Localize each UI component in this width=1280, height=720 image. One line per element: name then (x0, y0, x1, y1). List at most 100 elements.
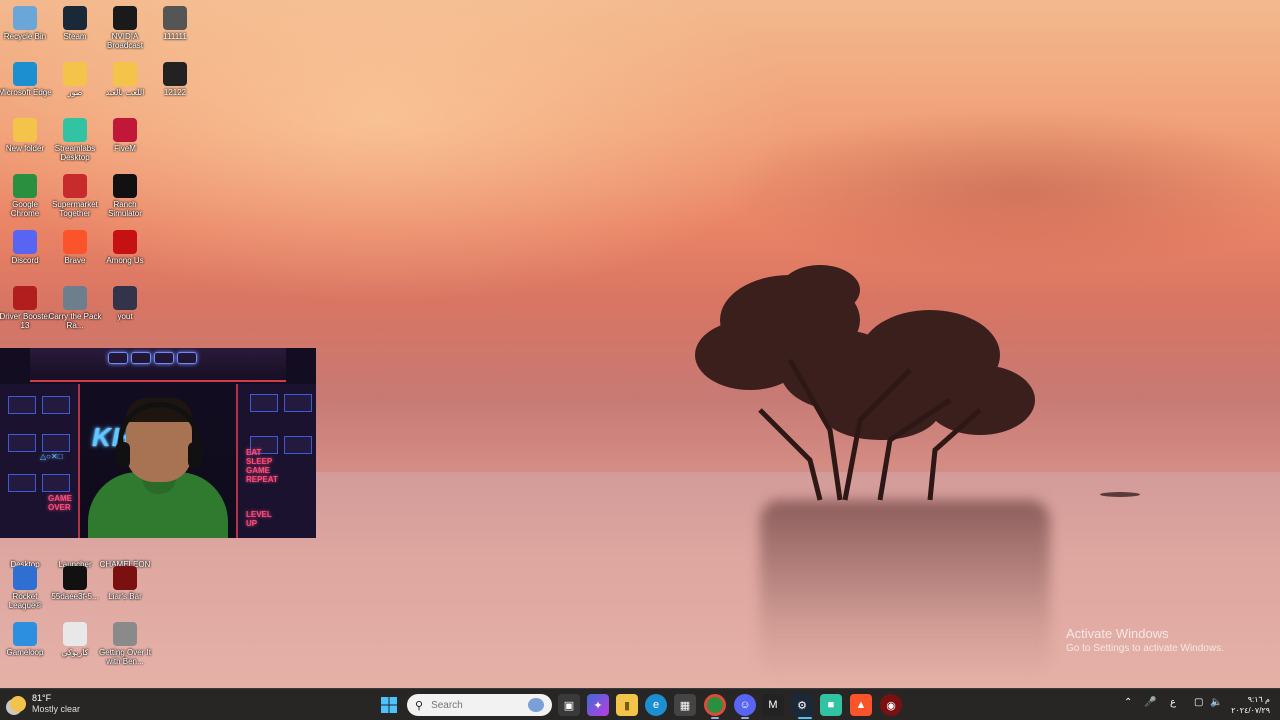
streamlabs-icon[interactable]: ■ (820, 694, 842, 716)
epic-games-icon[interactable]: M (762, 694, 784, 716)
desktop-shortcut[interactable]: صور (48, 58, 102, 97)
desktop-shortcut[interactable]: New folder (0, 114, 52, 153)
desktop-shortcut[interactable]: Streamlabs Desktop (48, 114, 102, 162)
folder-icon (113, 62, 137, 86)
desktop-shortcut[interactable]: yout (98, 282, 152, 321)
recycle-bin-icon (13, 6, 37, 30)
desktop-shortcut[interactable]: Google Chrome (0, 170, 52, 218)
podcast-icon (63, 622, 87, 646)
discord-icon (13, 230, 37, 254)
webcam-sign-ps: △○✕□ (40, 452, 63, 461)
taskbar-search[interactable]: ⚲ (407, 694, 552, 716)
taskbar-clock[interactable]: م ٩:١٦ ٢٠٢٤/٠٧/٢٩ (1226, 694, 1270, 716)
weather-widget[interactable]: 81°F Mostly clear (10, 693, 80, 715)
search-input[interactable] (431, 699, 522, 711)
activate-windows-title: Activate Windows (1066, 626, 1169, 641)
desktop-shortcut[interactable]: Gameloop (0, 618, 52, 657)
ranch-simulator-icon (113, 174, 137, 198)
desktop-shortcut-label: 12122 (163, 88, 187, 97)
desktop-shortcut[interactable]: 12122 (148, 58, 202, 97)
desktop-shortcut[interactable]: اللعب بالعبد (98, 58, 152, 97)
desktop-shortcut[interactable]: Steam (48, 2, 102, 41)
desktop-shortcut-label: كاريوكي (61, 648, 89, 657)
carry-the-pack-icon (63, 286, 87, 310)
desktop-shortcut[interactable]: Recycle Bin (0, 2, 52, 41)
desktop-shortcut[interactable]: Liar's Bar (98, 562, 152, 601)
discord-icon[interactable]: ☺ (734, 694, 756, 716)
supermarket-together-icon (63, 174, 87, 198)
clock-time: م ٩:١٦ (1247, 695, 1270, 704)
webcam-sign-level-up: LEVEL UP (246, 510, 272, 528)
brave-icon[interactable]: ▲ (850, 694, 872, 716)
desktop-shortcut[interactable]: Carry the Pack Ra... (48, 282, 102, 330)
desktop-shortcut[interactable]: Getting Over It with Ben... (98, 618, 152, 666)
discord-active-indicator (741, 717, 749, 719)
desktop-shortcut-label: Discord (11, 256, 39, 265)
desktop-shortcut[interactable]: 111111 (148, 2, 202, 41)
task-view-icon[interactable]: ▣ (558, 694, 580, 716)
chrome-icon (13, 174, 37, 198)
clock-date: ٢٠٢٤/٠٧/٢٩ (1231, 706, 1270, 715)
desktop-shortcut[interactable]: Supermarket Together (48, 170, 102, 218)
driver-booster-icon[interactable]: ◉ (880, 694, 902, 716)
desktop-shortcut-label: Supermarket Together (52, 200, 98, 218)
search-highlight-icon (528, 698, 544, 712)
tray-overflow-icon[interactable]: ⌃ (1124, 697, 1132, 708)
rocket-league-icon (13, 566, 37, 590)
search-icon: ⚲ (415, 699, 424, 712)
desktop-shortcut-label: 111111 (163, 32, 187, 41)
desktop-shortcut-label: Recycle Bin (3, 32, 47, 41)
webcam-left-shelf (0, 384, 80, 538)
desktop-shortcut-label: Liar's Bar (108, 592, 142, 601)
webcam-overlay: △○✕□ GAME OVER EAT SLEEP GAME REPEAT LEV… (0, 348, 316, 538)
getting-over-it-icon (113, 622, 137, 646)
desktop-shortcut[interactable]: Driver Booster 13 (0, 282, 52, 330)
wallpaper-tree-reflection (760, 500, 1050, 680)
webcam-sign-game-over: GAME OVER (48, 494, 72, 512)
input-language-indicator[interactable]: ع (1170, 697, 1176, 708)
steam-icon[interactable]: ⚙ (791, 694, 813, 716)
brave-icon (63, 230, 87, 254)
widgets-copilot-icon[interactable]: ✦ (587, 694, 609, 716)
desktop-shortcut[interactable]: Brave (48, 226, 102, 265)
wallpaper-tree (695, 265, 1035, 501)
microphone-icon[interactable]: 🎤 (1144, 697, 1156, 708)
driver-booster-icon (13, 286, 37, 310)
desktop-shortcut[interactable]: FiveM (98, 114, 152, 153)
desktop-shortcut-label: 55daee3f-5... (51, 592, 99, 601)
desktop-shortcut-label: صور (67, 88, 83, 97)
gameloop-icon (13, 622, 37, 646)
file-explorer-icon[interactable]: ▮ (616, 694, 638, 716)
desktop-shortcut[interactable]: Microsoft Edge (0, 58, 52, 97)
desktop-shortcut-label: NVIDIA Broadcast (106, 32, 144, 50)
liars-bar-icon (113, 566, 137, 590)
edge-icon[interactable]: e (645, 694, 667, 716)
desktop-shortcut-label: New folder (5, 144, 45, 153)
windows-logo-icon (381, 697, 397, 713)
desktop-shortcut-label: Streamlabs Desktop (54, 144, 96, 162)
edge-icon (13, 62, 37, 86)
desktop-shortcut[interactable]: 55daee3f-5... (48, 562, 102, 601)
among-us-icon (113, 230, 137, 254)
desktop-shortcut[interactable]: NVIDIA Broadcast (98, 2, 152, 50)
desktop-shortcut[interactable]: Discord (0, 226, 52, 265)
webcam-headset-earcup (188, 442, 202, 468)
desktop-shortcut[interactable]: Rocket League® (0, 562, 52, 610)
desktop-shortcut-label: Getting Over It with Ben... (98, 648, 152, 666)
desktop-shortcut[interactable]: Among Us (98, 226, 152, 265)
network-icon[interactable]: ▢ (1194, 697, 1203, 708)
desktop-shortcut[interactable]: كاريوكي (48, 618, 102, 657)
desktop-shortcut-label: yout (117, 312, 133, 321)
volume-icon[interactable]: 🔈 (1210, 697, 1222, 708)
start-button[interactable] (378, 694, 400, 716)
video-file-icon (113, 286, 137, 310)
chrome-icon[interactable] (704, 694, 726, 716)
microsoft-store-icon[interactable]: ▦ (674, 694, 696, 716)
webcam-headset-earcup (116, 442, 130, 468)
video-file-icon (63, 566, 87, 590)
desktop-shortcut-label: Google Chrome (10, 200, 40, 218)
desktop-shortcut[interactable]: Ranch Simulator (98, 170, 152, 218)
activate-windows-subtitle: Go to Settings to activate Windows. (1066, 643, 1224, 654)
desktop-shortcut-label: Among Us (106, 256, 144, 265)
webcam-sign-eat-sleep: EAT SLEEP GAME REPEAT (246, 448, 278, 484)
